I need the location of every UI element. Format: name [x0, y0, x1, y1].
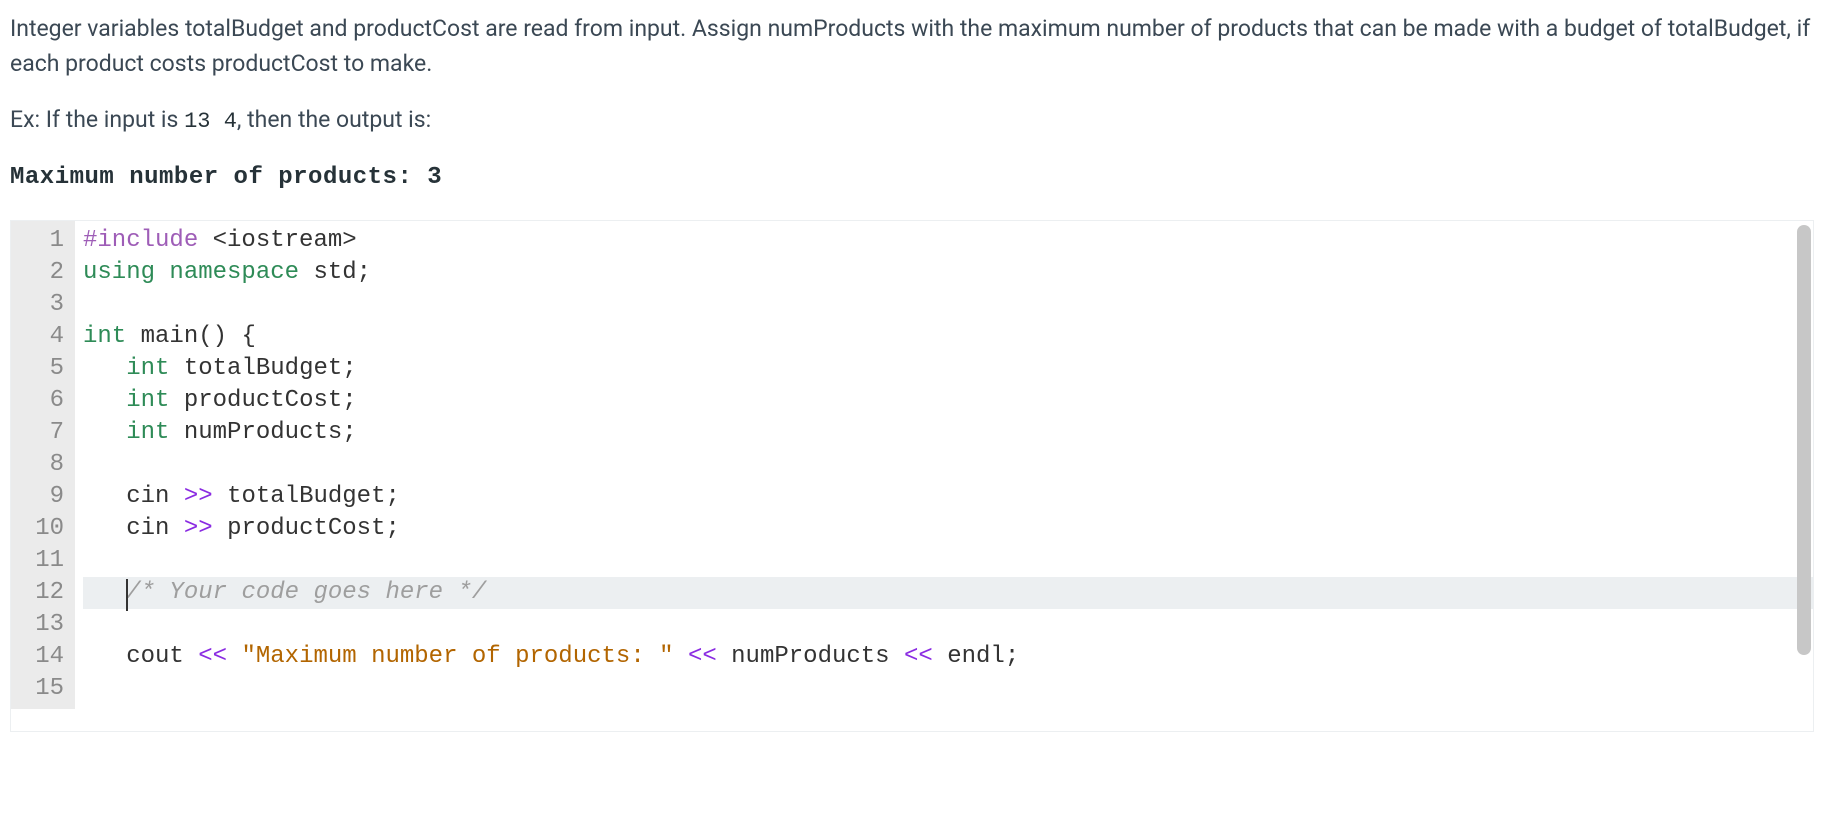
text-cursor — [126, 579, 128, 611]
problem-example: Ex: If the input is 13 4, then the outpu… — [10, 103, 1824, 138]
line-number: 12 — [11, 577, 67, 609]
example-output: Maximum number of products: 3 — [10, 160, 1824, 196]
code-line[interactable]: int main() { — [83, 321, 1813, 353]
scrollbar-track[interactable] — [1797, 225, 1811, 727]
code-line[interactable]: /* Your code goes here */ — [83, 577, 1813, 609]
line-number: 9 — [11, 481, 67, 513]
problem-paragraph-1: Integer variables totalBudget and produc… — [10, 12, 1824, 81]
example-suffix: , then the output is: — [237, 106, 431, 133]
line-number: 13 — [11, 609, 67, 641]
example-prefix: Ex: If the input is — [10, 106, 184, 133]
line-number: 1 — [11, 225, 67, 257]
problem-description: Integer variables totalBudget and produc… — [10, 12, 1824, 196]
code-line[interactable] — [83, 289, 1813, 321]
code-line[interactable]: cin >> productCost; — [83, 513, 1813, 545]
line-number: 15 — [11, 673, 67, 705]
code-line[interactable]: cin >> totalBudget; — [83, 481, 1813, 513]
line-number-gutter: 123456789101112131415 — [11, 221, 75, 709]
example-input: 13 4 — [184, 109, 237, 134]
scrollbar-thumb[interactable] — [1797, 225, 1811, 655]
line-number: 14 — [11, 641, 67, 673]
code-line[interactable]: int numProducts; — [83, 417, 1813, 449]
line-number: 11 — [11, 545, 67, 577]
line-number: 7 — [11, 417, 67, 449]
code-line[interactable]: int productCost; — [83, 385, 1813, 417]
line-number: 5 — [11, 353, 67, 385]
code-line[interactable] — [83, 609, 1813, 641]
code-line[interactable]: #include <iostream> — [83, 225, 1813, 257]
code-line[interactable]: int totalBudget; — [83, 353, 1813, 385]
line-number: 3 — [11, 289, 67, 321]
line-number: 2 — [11, 257, 67, 289]
line-number: 6 — [11, 385, 67, 417]
code-line[interactable] — [83, 545, 1813, 577]
line-number: 4 — [11, 321, 67, 353]
code-content[interactable]: #include <iostream>using namespace std; i… — [75, 221, 1813, 709]
code-line[interactable]: cout << "Maximum number of products: " <… — [83, 641, 1813, 673]
code-line[interactable] — [83, 449, 1813, 481]
code-editor[interactable]: 123456789101112131415 #include <iostream… — [10, 220, 1814, 732]
line-number: 8 — [11, 449, 67, 481]
code-line[interactable]: using namespace std; — [83, 257, 1813, 289]
line-number: 10 — [11, 513, 67, 545]
code-line[interactable] — [83, 673, 1813, 705]
